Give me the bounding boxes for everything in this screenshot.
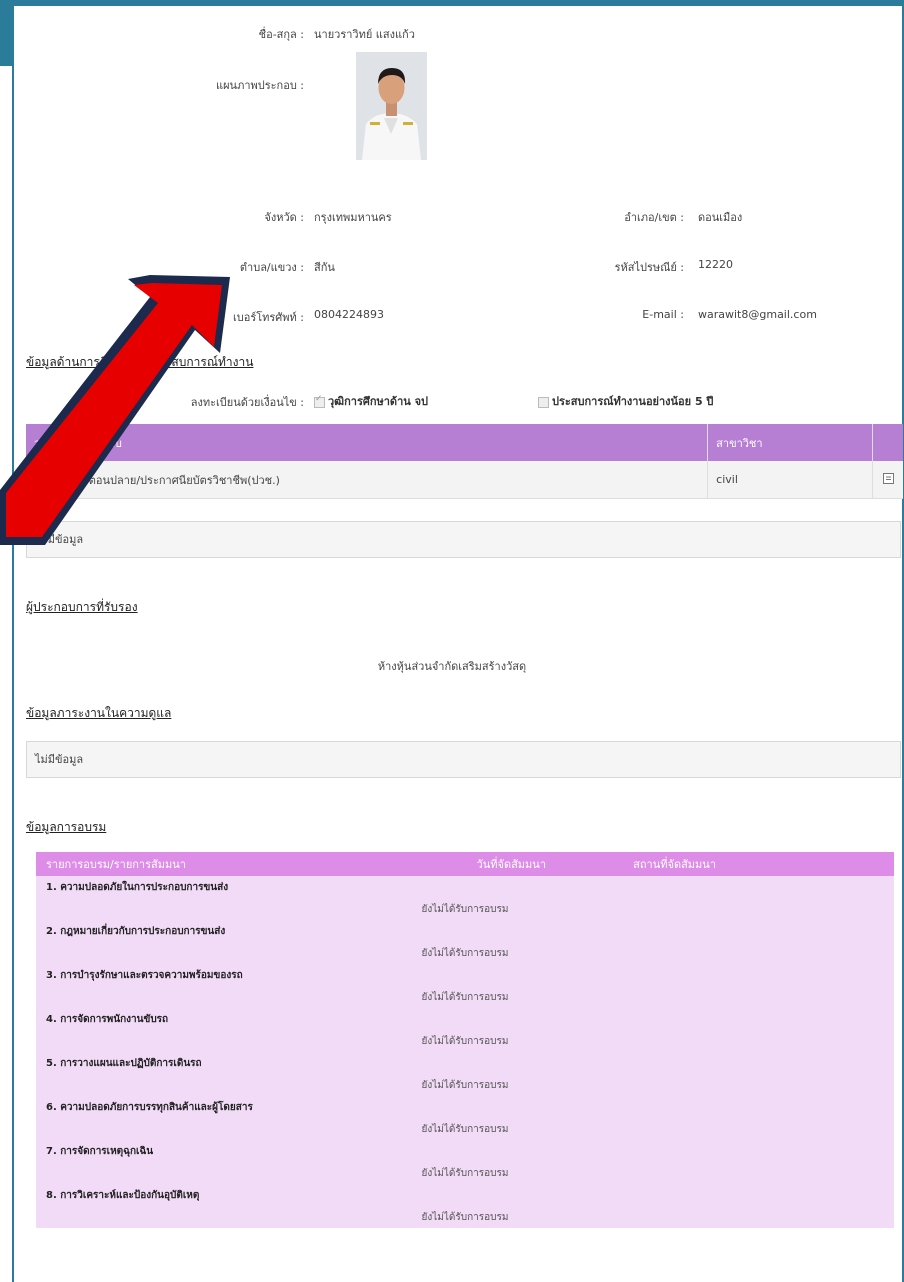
training-status-text: ยังไม่ได้รับการอบรม xyxy=(36,942,894,964)
option-education-label: วุฒิการศึกษาด้าน จป xyxy=(328,395,429,408)
training-course-name: 7. การจัดการเหตุฉุกเฉิน xyxy=(36,1140,894,1162)
training-course-row: 3. การบำรุงรักษาและตรวจความพร้อมของรถ xyxy=(36,964,894,986)
training-status-row: ยังไม่ได้รับการอบรม xyxy=(36,1118,894,1140)
province-value: กรุงเทพมหานคร xyxy=(314,211,392,224)
subdistrict-label: ตำบล/แขวง : xyxy=(239,261,304,274)
checkbox-experience[interactable] xyxy=(538,396,549,408)
red-arrow-annotation xyxy=(0,275,230,545)
training-course-name: 2. กฎหมายเกี่ยวกับการประกอบการขนส่ง xyxy=(36,920,894,942)
training-course-name: 3. การบำรุงรักษาและตรวจความพร้อมของรถ xyxy=(36,964,894,986)
workload-nodata: ไม่มีข้อมูล xyxy=(26,741,901,778)
province-label: จังหวัด : xyxy=(264,211,304,224)
photo-label: แผนภาพประกอบ : xyxy=(216,79,304,92)
district-label: อำเภอ/เขต : xyxy=(624,211,684,224)
col-date-header: วันที่จัดสัมมนา xyxy=(356,852,556,876)
training-course-row: 8. การวิเคราะห์และป้องกันอุบัติเหตุ xyxy=(36,1184,894,1206)
training-status-text: ยังไม่ได้รับการอบรม xyxy=(36,1162,894,1184)
training-status-text: ยังไม่ได้รับการอบรม xyxy=(36,1118,894,1140)
postal-value: 12220 xyxy=(698,258,733,271)
training-table: รายการอบรม/รายการสัมมนา วันที่จัดสัมมนา … xyxy=(36,852,894,1228)
training-course-row: 6. ความปลอดภัยการบรรทุกสินค้าและผู้โดยสา… xyxy=(36,1096,894,1118)
training-status-row: ยังไม่ได้รับการอบรม xyxy=(36,942,894,964)
training-course-row: 1. ความปลอดภัยในการประกอบการขนส่ง xyxy=(36,876,894,898)
option-experience-label: ประสบการณ์ทำงานอย่างน้อย 5 ปี xyxy=(552,395,714,408)
training-status-text: ยังไม่ได้รับการอบรม xyxy=(36,898,894,920)
col-course-header: รายการอบรม/รายการสัมมนา xyxy=(36,852,356,876)
training-table-body: 1. ความปลอดภัยในการประกอบการขนส่ง ยังไม่ไ… xyxy=(36,876,894,1228)
col-major-header: สาขาวิชา xyxy=(707,424,873,461)
left-frame-line xyxy=(12,0,14,1282)
training-course-name: 8. การวิเคราะห์และป้องกันอุบัติเหตุ xyxy=(36,1184,894,1206)
postal-label: รหัสไปรษณีย์ : xyxy=(614,261,684,274)
email-value: warawit8@gmail.com xyxy=(698,308,817,321)
training-course-row: 5. การวางแผนและปฏิบัติการเดินรถ xyxy=(36,1052,894,1074)
name-value: นายวราวิทย์ แสงแก้ว xyxy=(314,28,415,41)
name-label: ชื่อ-สกุล : xyxy=(258,28,304,41)
option-education[interactable]: วุฒิการศึกษาด้าน จป xyxy=(314,392,428,410)
subdistrict-value: สีกัน xyxy=(314,261,335,274)
training-status-row: ยังไม่ได้รับการอบรม xyxy=(36,1162,894,1184)
checkbox-education[interactable] xyxy=(314,394,325,408)
top-frame-bar xyxy=(0,0,904,6)
certified-section-title: ผู้ประกอบการที่รับรอง xyxy=(26,600,138,614)
training-course-name: 6. ความปลอดภัยการบรรทุกสินค้าและผู้โดยสา… xyxy=(36,1096,894,1118)
training-status-row: ยังไม่ได้รับการอบรม xyxy=(36,1030,894,1052)
training-table-header: รายการอบรม/รายการสัมมนา วันที่จัดสัมมนา … xyxy=(36,852,894,876)
district-value: ดอนเมือง xyxy=(698,211,743,224)
phone-value: 0804224893 xyxy=(314,308,384,321)
training-section-title: ข้อมูลการอบรม xyxy=(26,820,107,834)
training-course-name: 1. ความปลอดภัยในการประกอบการขนส่ง xyxy=(36,876,894,898)
education-major-cell: civil xyxy=(707,461,873,499)
training-status-row: ยังไม่ได้รับการอบรม xyxy=(36,986,894,1008)
workload-section-title: ข้อมูลภาระงานในความดูแล xyxy=(26,706,172,720)
col-spacer-header xyxy=(726,852,894,876)
profile-photo xyxy=(356,52,427,160)
col-action-header xyxy=(872,424,903,461)
training-status-row: ยังไม่ได้รับการอบรม xyxy=(36,1074,894,1096)
training-status-text: ยังไม่ได้รับการอบรม xyxy=(36,1206,894,1228)
training-course-row: 2. กฎหมายเกี่ยวกับการประกอบการขนส่ง xyxy=(36,920,894,942)
training-status-text: ยังไม่ได้รับการอบรม xyxy=(36,1030,894,1052)
training-status-row: ยังไม่ได้รับการอบรม xyxy=(36,898,894,920)
training-course-row: 7. การจัดการเหตุฉุกเฉิน xyxy=(36,1140,894,1162)
training-status-text: ยังไม่ได้รับการอบรม xyxy=(36,986,894,1008)
email-label: E-mail : xyxy=(642,308,684,321)
training-status-row: ยังไม่ได้รับการอบรม xyxy=(36,1206,894,1228)
training-course-name: 5. การวางแผนและปฏิบัติการเดินรถ xyxy=(36,1052,894,1074)
training-course-row: 4. การจัดการพนักงานขับรถ xyxy=(36,1008,894,1030)
col-venue-header: สถานที่จัดสัมมนา xyxy=(556,852,726,876)
edit-row-icon[interactable] xyxy=(872,461,903,499)
training-course-name: 4. การจัดการพนักงานขับรถ xyxy=(36,1008,894,1030)
option-experience[interactable]: ประสบการณ์ทำงานอย่างน้อย 5 ปี xyxy=(538,392,713,410)
certified-company: ห้างหุ้นส่วนจำกัดเสริมสร้างวัสดุ xyxy=(377,660,527,673)
training-status-text: ยังไม่ได้รับการอบรม xyxy=(36,1074,894,1096)
